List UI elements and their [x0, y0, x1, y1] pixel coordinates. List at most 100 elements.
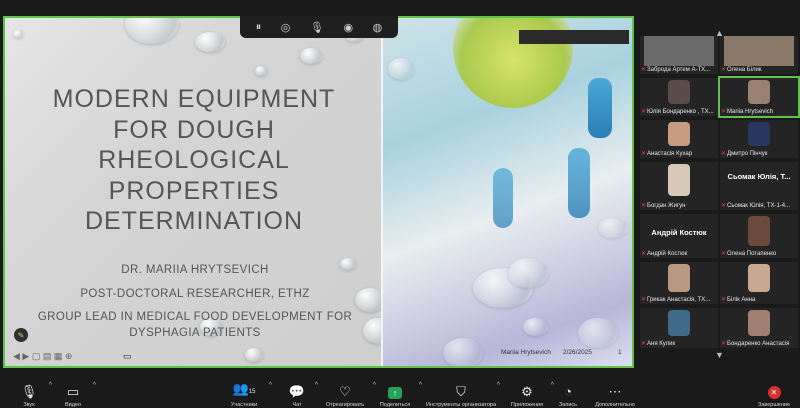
- host-tools-button[interactable]: ⛉ Инструменты организатора ^: [422, 372, 500, 408]
- wave-icon[interactable]: ◍: [373, 21, 383, 34]
- water-drop: [598, 218, 628, 238]
- slide-title: MODERN EQUIPMENT FOR DOUGH RHEOLOGICAL P…: [35, 84, 353, 237]
- participant-tile-active-speaker[interactable]: ✕ Mariia Hrytsevich: [718, 76, 800, 118]
- audio-label: Звук: [23, 402, 35, 408]
- participant-name: Анастасія Кухар: [647, 150, 693, 157]
- water-drop: [578, 318, 618, 348]
- video-button[interactable]: ▭ Видео ^: [58, 372, 96, 408]
- participant-name: Mariia Hrytsevich: [727, 108, 774, 115]
- participant-name: Андрій Костюк: [647, 250, 688, 257]
- mic-muted-icon: ✕: [641, 67, 647, 73]
- slide-title-line: DETERMINATION: [84, 207, 304, 235]
- share-screen-button[interactable]: ↑ Поделиться ^: [376, 372, 422, 408]
- caret-up-icon[interactable]: ^: [93, 382, 96, 389]
- zoom-meeting-window: MODERN EQUIPMENT FOR DOUGH RHEOLOGICAL P…: [0, 0, 800, 408]
- participant-name: Сьомак Юлія, ТХ-1-4...: [727, 202, 791, 209]
- apps-icon: ⚙: [521, 384, 533, 399]
- caret-up-icon[interactable]: ^: [269, 382, 272, 389]
- gallery-down-chevron-icon[interactable]: ▼: [715, 350, 724, 360]
- caret-up-icon[interactable]: ^: [315, 382, 318, 389]
- participant-tile[interactable]: ✕ Юлія Бондаренко , ТХ...: [640, 78, 718, 116]
- participant-tile[interactable]: ✕ Богдан Жигун: [640, 162, 718, 210]
- slide-text-panel: MODERN EQUIPMENT FOR DOUGH RHEOLOGICAL P…: [5, 18, 393, 366]
- participant-tile[interactable]: ✕ Заброда Артем А-ТХ...: [640, 36, 718, 74]
- participant-name: Заброда Артем А-ТХ...: [647, 66, 711, 73]
- participant-name: Юлія Бондаренко , ТХ...: [647, 108, 714, 115]
- share-arrow-icon: ↑: [388, 387, 402, 399]
- slide-nav-controls[interactable]: ◀ ▶ ▢ ▤ ▦ ⊕: [13, 351, 72, 362]
- participant-tile[interactable]: ✕ Грикак Анастасія, ТХ...: [640, 262, 718, 304]
- presenter-group-line: DYSPHAGIA PATIENTS: [129, 327, 261, 339]
- water-drop: [195, 32, 225, 52]
- record-icon: ◔: [564, 384, 572, 399]
- avatar: [748, 122, 770, 146]
- caret-up-icon[interactable]: ^: [497, 382, 500, 389]
- audio-icon[interactable]: ◎: [281, 21, 291, 34]
- avatar: [668, 310, 690, 336]
- camera-icon[interactable]: ▭: [123, 351, 132, 362]
- avatar: [748, 264, 770, 292]
- annotate-pen-icon[interactable]: ✎: [14, 328, 28, 342]
- participant-tile[interactable]: Андрій Костюк ✕ Андрій Костюк: [640, 214, 718, 258]
- participant-name: Богдан Жигун: [647, 202, 686, 209]
- record-icon[interactable]: ◉: [343, 21, 353, 34]
- avatar: [668, 122, 690, 146]
- mic-muted-icon: ✕: [641, 151, 647, 157]
- react-button[interactable]: ♡ Отреагировать ^: [322, 372, 376, 408]
- participant-name: Олена Потапенко: [727, 250, 777, 257]
- mic-muted-icon: ✕: [721, 151, 727, 157]
- water-drop: [443, 338, 483, 366]
- apps-label: Приложения: [510, 402, 544, 408]
- participants-icon: 👥15: [232, 381, 256, 396]
- video-feed: [644, 36, 714, 66]
- water-drop: [300, 48, 322, 64]
- participant-gallery: ▲ ✕ Заброда Артем А-ТХ... ✕ Олена Білик ✕ Ю…: [638, 28, 800, 368]
- participant-tile[interactable]: ✕ Аня Кулик: [640, 308, 718, 348]
- video-feed: [724, 36, 794, 66]
- vial-image: [493, 168, 513, 228]
- video-label: Видео: [64, 402, 82, 408]
- more-dots-icon: ⋯: [608, 384, 622, 399]
- participant-name: Білік Анна: [727, 296, 756, 303]
- apps-button[interactable]: ⚙ Приложения ^: [508, 372, 554, 408]
- chat-button[interactable]: 💬 Чат ^: [284, 372, 318, 408]
- participants-button[interactable]: 👥15 Участники ^: [224, 372, 272, 408]
- participant-tile[interactable]: ✕ Анастасія Кухар: [640, 120, 718, 158]
- mic-muted-icon: ✕: [721, 109, 727, 115]
- participant-tile[interactable]: ✕ Білік Анна: [720, 262, 798, 304]
- caret-up-icon[interactable]: ^: [49, 382, 52, 389]
- microphone-icon: 🎙: [20, 384, 38, 399]
- participant-tile[interactable]: ✕ Бондаренко Анастасія: [720, 308, 798, 348]
- water-drop: [245, 348, 263, 362]
- water-drop: [13, 30, 23, 38]
- avatar: [748, 310, 770, 336]
- end-meeting-button[interactable]: ✕ Завершение: [754, 372, 794, 408]
- audio-button[interactable]: 🎙 Звук ^: [14, 372, 52, 408]
- avatar: [668, 164, 690, 196]
- mic-icon[interactable]: 🎙: [310, 21, 324, 34]
- slide-title-line: PROPERTIES: [108, 176, 280, 205]
- screen-share-control-bar[interactable]: ⏸ ◎ 🎙 ◉ ◍: [240, 16, 398, 38]
- mic-muted-icon: ✕: [721, 251, 727, 257]
- record-button[interactable]: ◔ Запись: [556, 372, 580, 408]
- participant-tile[interactable]: Сьомак Юлія, Т... ✕ Сьомак Юлія, ТХ-1-4..…: [720, 162, 798, 210]
- shared-screen[interactable]: MODERN EQUIPMENT FOR DOUGH RHEOLOGICAL P…: [3, 16, 634, 368]
- avatar: [668, 264, 690, 292]
- participant-tile[interactable]: ✕ Олена Білик: [720, 36, 798, 74]
- water-drop: [255, 66, 267, 76]
- chat-icon: 💬: [288, 384, 306, 399]
- record-label: Запись: [558, 402, 578, 408]
- mic-muted-icon: ✕: [641, 341, 647, 347]
- participant-name: Дмитро Пінчук: [727, 150, 768, 157]
- participant-tile[interactable]: ✕ Олена Потапенко: [720, 214, 798, 258]
- avatar: [748, 216, 770, 246]
- more-button[interactable]: ⋯ Дополнительно: [592, 372, 638, 408]
- end-call-icon: ✕: [767, 386, 781, 399]
- caret-up-icon[interactable]: ^: [551, 382, 554, 389]
- participant-tile[interactable]: ✕ Дмитро Пінчук: [720, 120, 798, 158]
- participant-name: Бондаренко Анастасія: [727, 340, 790, 347]
- pause-share-icon[interactable]: ⏸: [256, 21, 262, 34]
- slide-footer-author: Mariia Hrytsevich: [501, 349, 551, 356]
- slide-title-line: FOR DOUGH: [113, 115, 275, 144]
- meeting-toolbar: 🎙 Звук ^ ▭ Видео ^ 👥15 Участники ^ 💬 Чат…: [0, 372, 800, 408]
